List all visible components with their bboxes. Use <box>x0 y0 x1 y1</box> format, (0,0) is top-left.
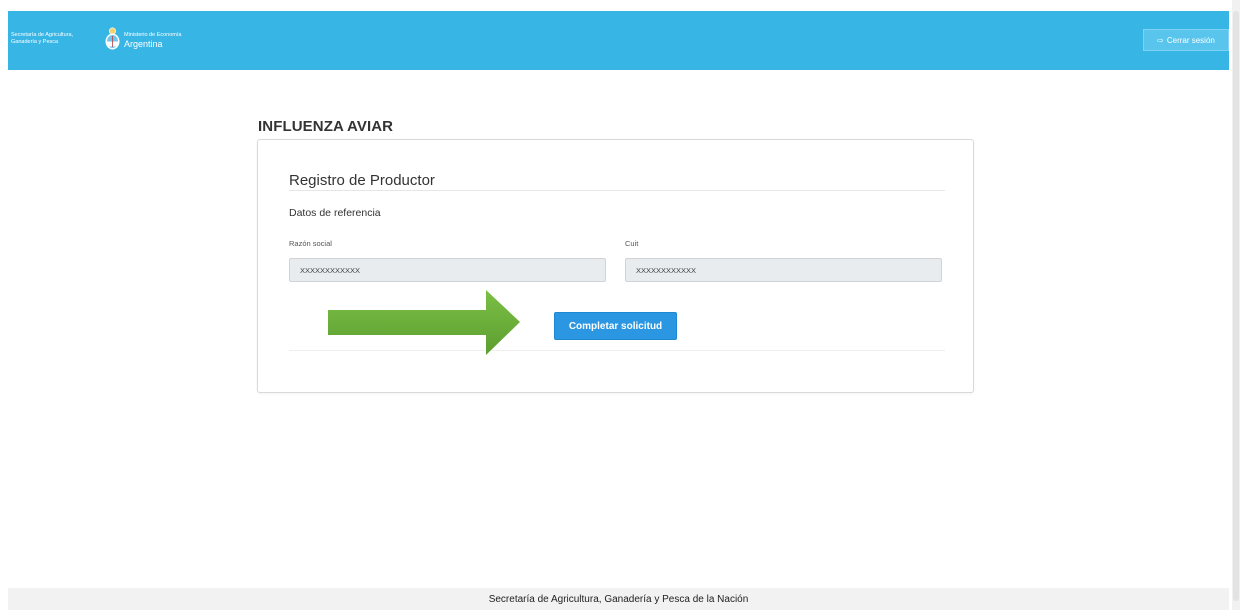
sign-out-icon: ⇨ <box>1157 35 1164 45</box>
ministerio-brand[interactable]: Ministerio de Economía Argentina <box>124 32 181 49</box>
completar-solicitud-button[interactable]: Completar solicitud <box>554 312 677 340</box>
logout-button[interactable]: ⇨ Cerrar sesión <box>1143 29 1229 51</box>
footer-text: Secretaría de Agricultura, Ganadería y P… <box>488 594 749 605</box>
cuit-label: Cuit <box>625 239 639 248</box>
card-title: Registro de Productor <box>289 172 435 189</box>
razon-social-label: Razón social <box>289 239 332 248</box>
app-screen: Secretaría de Agricultura, Ganadería y P… <box>0 0 1240 610</box>
coat-of-arms-icon <box>105 27 120 50</box>
ministerio-brand-big: Argentina <box>124 39 163 49</box>
secretaria-brand[interactable]: Secretaría de Agricultura, Ganadería y P… <box>11 32 73 46</box>
ministerio-brand-small: Ministerio de Economía <box>124 32 182 38</box>
cuit-field[interactable]: XXXXXXXXXXXX <box>625 258 942 282</box>
right-arrow-icon <box>328 290 520 355</box>
page-scrollbar[interactable] <box>1232 0 1240 610</box>
razon-social-field[interactable]: XXXXXXXXXXXX <box>289 258 606 282</box>
secretaria-brand-line2: Ganadería y Pesca <box>11 39 59 45</box>
page-title: INFLUENZA AVIAR <box>258 118 394 135</box>
footer: Secretaría de Agricultura, Ganadería y P… <box>8 588 1229 610</box>
top-header: Secretaría de Agricultura, Ganadería y P… <box>8 11 1229 70</box>
section-label: Datos de referencia <box>289 207 381 219</box>
card-title-divider <box>289 190 945 191</box>
logout-label: Cerrar sesión <box>1166 35 1215 45</box>
scrollbar-thumb[interactable] <box>1233 11 1239 601</box>
secretaria-brand-line1: Secretaría de Agricultura, <box>11 32 74 38</box>
